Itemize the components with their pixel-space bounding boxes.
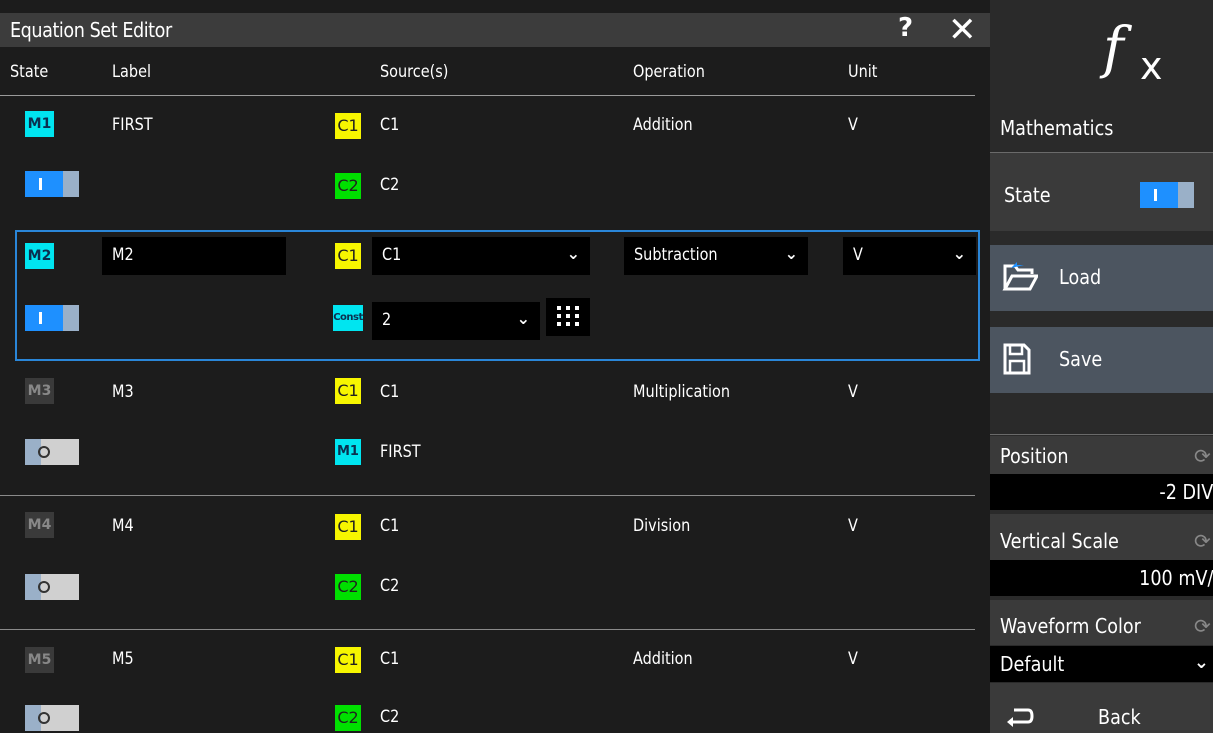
unit[interactable]: V	[848, 115, 858, 135]
source-badge: C2	[335, 173, 361, 199]
column-header-unit: Unit	[848, 62, 878, 82]
floppy-disk-icon	[1003, 343, 1031, 375]
state-toggle[interactable]	[25, 705, 79, 731]
row-label[interactable]: M5	[112, 649, 134, 669]
state-toggle[interactable]	[25, 305, 79, 331]
source-badge: C1	[335, 243, 361, 269]
source-badge: C1	[335, 514, 361, 540]
source-2[interactable]: FIRST	[380, 442, 421, 462]
operation[interactable]: Addition	[633, 115, 693, 135]
operation[interactable]: Addition	[633, 649, 693, 669]
folder-open-icon	[1002, 262, 1038, 291]
keypad-icon[interactable]	[546, 298, 590, 336]
row-divider	[0, 629, 975, 630]
unit[interactable]: V	[848, 649, 858, 669]
equation-set-editor: Equation Set Editor ? ✕ State Label Sour…	[0, 0, 990, 733]
back-button[interactable]: Back	[990, 683, 1213, 733]
column-header-sources: Source(s)	[380, 62, 449, 82]
dialog-title: Equation Set Editor	[10, 18, 172, 42]
load-button[interactable]: Load	[990, 245, 1213, 311]
math-badge: M1	[25, 111, 54, 137]
operation[interactable]: Division	[633, 516, 690, 536]
column-header-state: State	[10, 62, 49, 82]
source-badge: C1	[335, 113, 361, 139]
title-bar: Equation Set Editor ? ✕	[0, 10, 990, 50]
chevron-down-icon: ⌄	[516, 309, 530, 328]
row-label[interactable]: M3	[112, 382, 134, 402]
source-badge: M1	[335, 439, 361, 465]
unit-dropdown[interactable]: V ⌄	[843, 237, 976, 275]
state-toggle[interactable]	[1140, 182, 1194, 208]
row-label[interactable]: FIRST	[112, 115, 153, 135]
state-toggle[interactable]	[25, 171, 79, 197]
state-toggle[interactable]	[25, 574, 79, 600]
row-divider	[0, 495, 975, 496]
source-1[interactable]: C1	[380, 382, 399, 402]
save-button[interactable]: Save	[990, 327, 1213, 393]
operation[interactable]: Multiplication	[633, 382, 730, 402]
position-input[interactable]: -2 DIV	[990, 474, 1213, 510]
source-badge: Const	[333, 305, 363, 331]
constant-dropdown[interactable]: 2 ⌄	[372, 302, 540, 340]
position-label: Position	[1000, 444, 1069, 468]
panel-title: Mathematics	[1000, 116, 1114, 140]
state-toggle[interactable]	[25, 439, 79, 465]
back-label: Back	[1098, 705, 1141, 729]
source-1-dropdown[interactable]: C1 ⌄	[372, 237, 590, 275]
help-button[interactable]: ?	[898, 13, 913, 43]
math-badge: M5	[25, 647, 54, 673]
vertical-scale-input[interactable]: 100 mV/	[990, 560, 1213, 596]
reset-icon[interactable]: ⟳	[1194, 614, 1211, 638]
chevron-down-icon: ⌄	[784, 244, 798, 263]
math-badge: M4	[25, 512, 54, 538]
math-badge: M2	[25, 243, 54, 269]
load-label: Load	[1059, 265, 1102, 289]
source-badge: C1	[335, 378, 361, 404]
source-2[interactable]: C2	[380, 576, 399, 596]
math-side-panel: f x Mathematics State Load Save Position…	[990, 0, 1213, 733]
state-label: State	[1004, 183, 1051, 207]
function-icon-x: x	[1140, 44, 1163, 88]
reset-icon[interactable]: ⟳	[1194, 529, 1211, 553]
source-1[interactable]: C1	[380, 649, 399, 669]
header-divider	[0, 95, 975, 96]
label-input[interactable]: M2	[102, 237, 286, 275]
reset-icon[interactable]: ⟳	[1194, 444, 1211, 468]
source-1[interactable]: C1	[380, 115, 399, 135]
divider	[990, 434, 1213, 435]
close-button[interactable]: ✕	[948, 10, 977, 50]
back-arrow-icon	[1007, 708, 1034, 727]
function-icon: f	[1103, 16, 1124, 81]
waveform-color-label: Waveform Color	[1000, 614, 1141, 638]
save-label: Save	[1059, 347, 1103, 371]
chevron-down-icon: ⌄	[566, 244, 580, 263]
source-2[interactable]: C2	[380, 707, 399, 727]
row-label[interactable]: M4	[112, 516, 134, 536]
unit[interactable]: V	[848, 516, 858, 536]
operation-dropdown[interactable]: Subtraction ⌄	[624, 237, 808, 275]
chevron-down-icon: ⌄	[952, 244, 966, 263]
math-badge: M3	[25, 378, 54, 404]
source-1[interactable]: C1	[380, 516, 399, 536]
unit[interactable]: V	[848, 382, 858, 402]
source-badge: C1	[335, 647, 361, 673]
vertical-scale-label: Vertical Scale	[1000, 529, 1119, 553]
column-header-operation: Operation	[633, 62, 705, 82]
chevron-down-icon: ⌄	[1193, 652, 1209, 673]
source-badge: C2	[335, 574, 361, 600]
waveform-color-dropdown[interactable]: Default ⌄	[990, 646, 1213, 682]
source-badge: C2	[335, 705, 361, 731]
source-2[interactable]: C2	[380, 175, 399, 195]
column-header-label: Label	[112, 62, 151, 82]
